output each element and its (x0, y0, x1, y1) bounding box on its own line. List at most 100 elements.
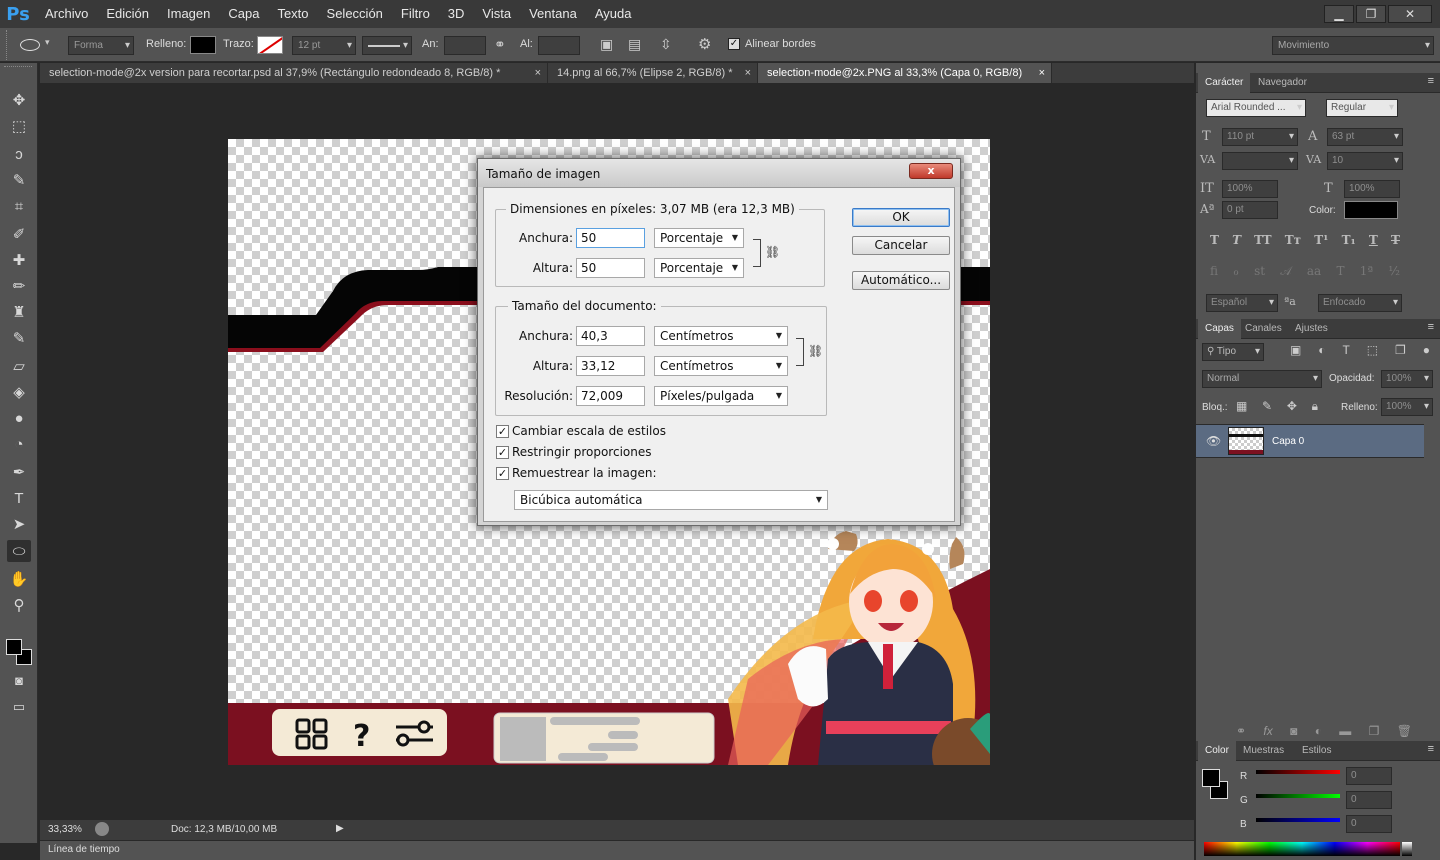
oldstyle-icon[interactable]: st (1254, 264, 1265, 279)
tab-layers[interactable]: Capas (1198, 319, 1241, 339)
trash-icon[interactable]: 🗑︎ (1397, 724, 1412, 738)
faux-italic-icon[interactable]: T (1232, 233, 1241, 247)
menu-ventana[interactable]: Ventana (520, 0, 586, 28)
titling-icon[interactable]: T (1336, 264, 1344, 279)
lock-position-icon[interactable]: ✥ (1287, 399, 1297, 414)
color-spectrum-bar[interactable] (1204, 842, 1400, 856)
marquee-tool[interactable]: ⬚ (7, 115, 31, 137)
brush-tool[interactable]: ✏ (7, 275, 31, 297)
clone-stamp-tool[interactable]: ♜ (7, 301, 31, 323)
blue-value[interactable]: 0 (1346, 815, 1392, 833)
tab-selection-mode-psd[interactable]: selection-mode@2x version para recortar.… (40, 63, 548, 83)
eyedropper-tool[interactable]: ✐ (7, 223, 31, 245)
tab-14-png[interactable]: 14.png al 66,7% (Elipse 2, RGB/8) * × (548, 63, 758, 83)
hand-tool[interactable]: ✋ (7, 568, 31, 590)
lock-all-icon[interactable]: 🔒︎ (1312, 399, 1318, 414)
subscript-icon[interactable]: T₁ (1342, 233, 1356, 247)
history-brush-tool[interactable]: ✎ (7, 327, 31, 349)
type-filter-icon[interactable]: T (1342, 343, 1349, 357)
workspace-select[interactable]: Movimiento (1272, 36, 1434, 55)
baseline-shift-field[interactable]: 0 pt (1222, 201, 1278, 219)
leading-field[interactable]: 63 pt (1327, 128, 1403, 146)
move-tool[interactable]: ✥ (7, 89, 31, 111)
ligature-icon[interactable]: fi (1210, 264, 1218, 279)
doc-height-input[interactable]: 33,12 (576, 356, 645, 376)
smart-object-filter-icon[interactable]: ❐ (1395, 343, 1406, 357)
menu-capa[interactable]: Capa (219, 0, 268, 28)
dodge-tool[interactable]: ◔ (7, 433, 31, 455)
fill-swatch[interactable] (190, 36, 216, 54)
healing-brush-tool[interactable]: ✚ (7, 249, 31, 271)
adjustment-layer-icon[interactable]: ◐ (1315, 724, 1322, 738)
path-arrangement-icon[interactable]: ⇳ (660, 36, 672, 53)
zoom-level[interactable]: 33,33% (48, 824, 82, 835)
panel-menu-icon[interactable]: ≡ (1428, 75, 1434, 87)
underline-icon[interactable]: T (1369, 233, 1378, 247)
stroke-swatch[interactable] (257, 36, 283, 54)
dialog-titlebar[interactable]: Tamaño de imagen x (478, 159, 960, 187)
layer-mask-icon[interactable]: ◙ (1290, 724, 1297, 738)
gear-icon[interactable]: ⚙ (698, 35, 711, 53)
crop-tool[interactable]: ⌗ (7, 195, 31, 217)
scale-styles-checkbox[interactable]: ✓ (496, 425, 509, 438)
tab-color[interactable]: Color (1198, 741, 1236, 761)
lock-transparency-icon[interactable]: ▦ (1236, 399, 1247, 414)
new-layer-icon[interactable]: ❐ (1369, 724, 1380, 738)
all-caps-icon[interactable]: TT (1254, 233, 1271, 247)
panel-menu-icon[interactable]: ≡ (1428, 743, 1434, 755)
path-alignment-icon[interactable]: ▤ (628, 36, 641, 53)
tab-character[interactable]: Carácter (1198, 73, 1251, 93)
dialog-close-button[interactable]: x (909, 163, 953, 179)
menu-filtro[interactable]: Filtro (392, 0, 439, 28)
tracking-field[interactable]: 10 (1327, 152, 1403, 170)
quick-select-tool[interactable]: ✎ (7, 169, 31, 191)
resolution-unit-select[interactable]: Píxeles/pulgada (654, 386, 788, 406)
blend-mode-select[interactable]: Normal (1202, 370, 1322, 388)
adjustment-filter-icon[interactable]: ◐ (1318, 343, 1325, 357)
foreground-color-swatch-top[interactable] (6, 639, 22, 655)
kerning-field[interactable] (1222, 152, 1298, 170)
font-style-select[interactable]: Regular (1326, 99, 1398, 117)
doc-height-unit-select[interactable]: Centímetros (654, 356, 788, 376)
swash-icon[interactable]: 𝒜 (1280, 264, 1291, 279)
pen-tool[interactable]: ✒ (7, 461, 31, 483)
pixel-filter-icon[interactable]: ▣ (1290, 343, 1301, 357)
small-caps-icon[interactable]: Tт (1285, 233, 1301, 247)
pixel-width-input[interactable]: 50 (576, 228, 645, 248)
menu-vista[interactable]: Vista (473, 0, 520, 28)
superscript-icon[interactable]: T¹ (1314, 233, 1328, 247)
antialias-select[interactable]: Enfocado (1318, 294, 1402, 312)
blue-slider[interactable] (1256, 818, 1340, 822)
screen-mode-icon[interactable]: ▭ (7, 696, 31, 718)
auto-button[interactable]: Automático... (852, 271, 950, 290)
menu-archivo[interactable]: Archivo (36, 0, 97, 28)
chevron-down-icon[interactable]: ▾ (45, 37, 50, 48)
ellipse-tool[interactable]: ⬭ (7, 540, 31, 562)
width-field[interactable] (444, 36, 486, 55)
text-color-swatch[interactable] (1344, 201, 1398, 219)
align-edges-checkbox[interactable]: ✓ (728, 38, 740, 50)
opacity-field[interactable]: 100% (1381, 370, 1433, 388)
horizontal-scale-field[interactable]: 100% (1344, 180, 1400, 198)
zoom-tool[interactable]: ⚲ (7, 594, 31, 616)
restore-button[interactable]: ❐ (1356, 5, 1386, 23)
tab-navigator[interactable]: Navegador (1251, 73, 1314, 93)
lasso-tool[interactable]: ↄ (7, 143, 31, 165)
strikethrough-icon[interactable]: T (1391, 233, 1400, 247)
menu-ayuda[interactable]: Ayuda (586, 0, 641, 28)
filter-toggle-icon[interactable]: ● (1423, 343, 1430, 357)
menu-texto[interactable]: Texto (268, 0, 317, 28)
ellipse-preset-icon[interactable] (20, 39, 40, 51)
color-foreground-swatch[interactable] (1202, 769, 1220, 787)
language-select[interactable]: Español (1206, 294, 1278, 312)
pixel-height-unit-select[interactable]: Porcentaje (654, 258, 744, 278)
resolution-input[interactable]: 72,009 (576, 386, 645, 406)
close-icon[interactable]: × (1039, 63, 1045, 83)
green-value[interactable]: 0 (1346, 791, 1392, 809)
menu-3d[interactable]: 3D (439, 0, 474, 28)
menu-imagen[interactable]: Imagen (158, 0, 219, 28)
layer-row[interactable]: 👁︎ Capa 0 (1196, 424, 1424, 458)
panel-menu-icon[interactable]: ≡ (1428, 321, 1434, 333)
link-icon[interactable]: ⚭ (494, 36, 506, 53)
link-layers-icon[interactable]: ⚭ (1236, 724, 1246, 738)
